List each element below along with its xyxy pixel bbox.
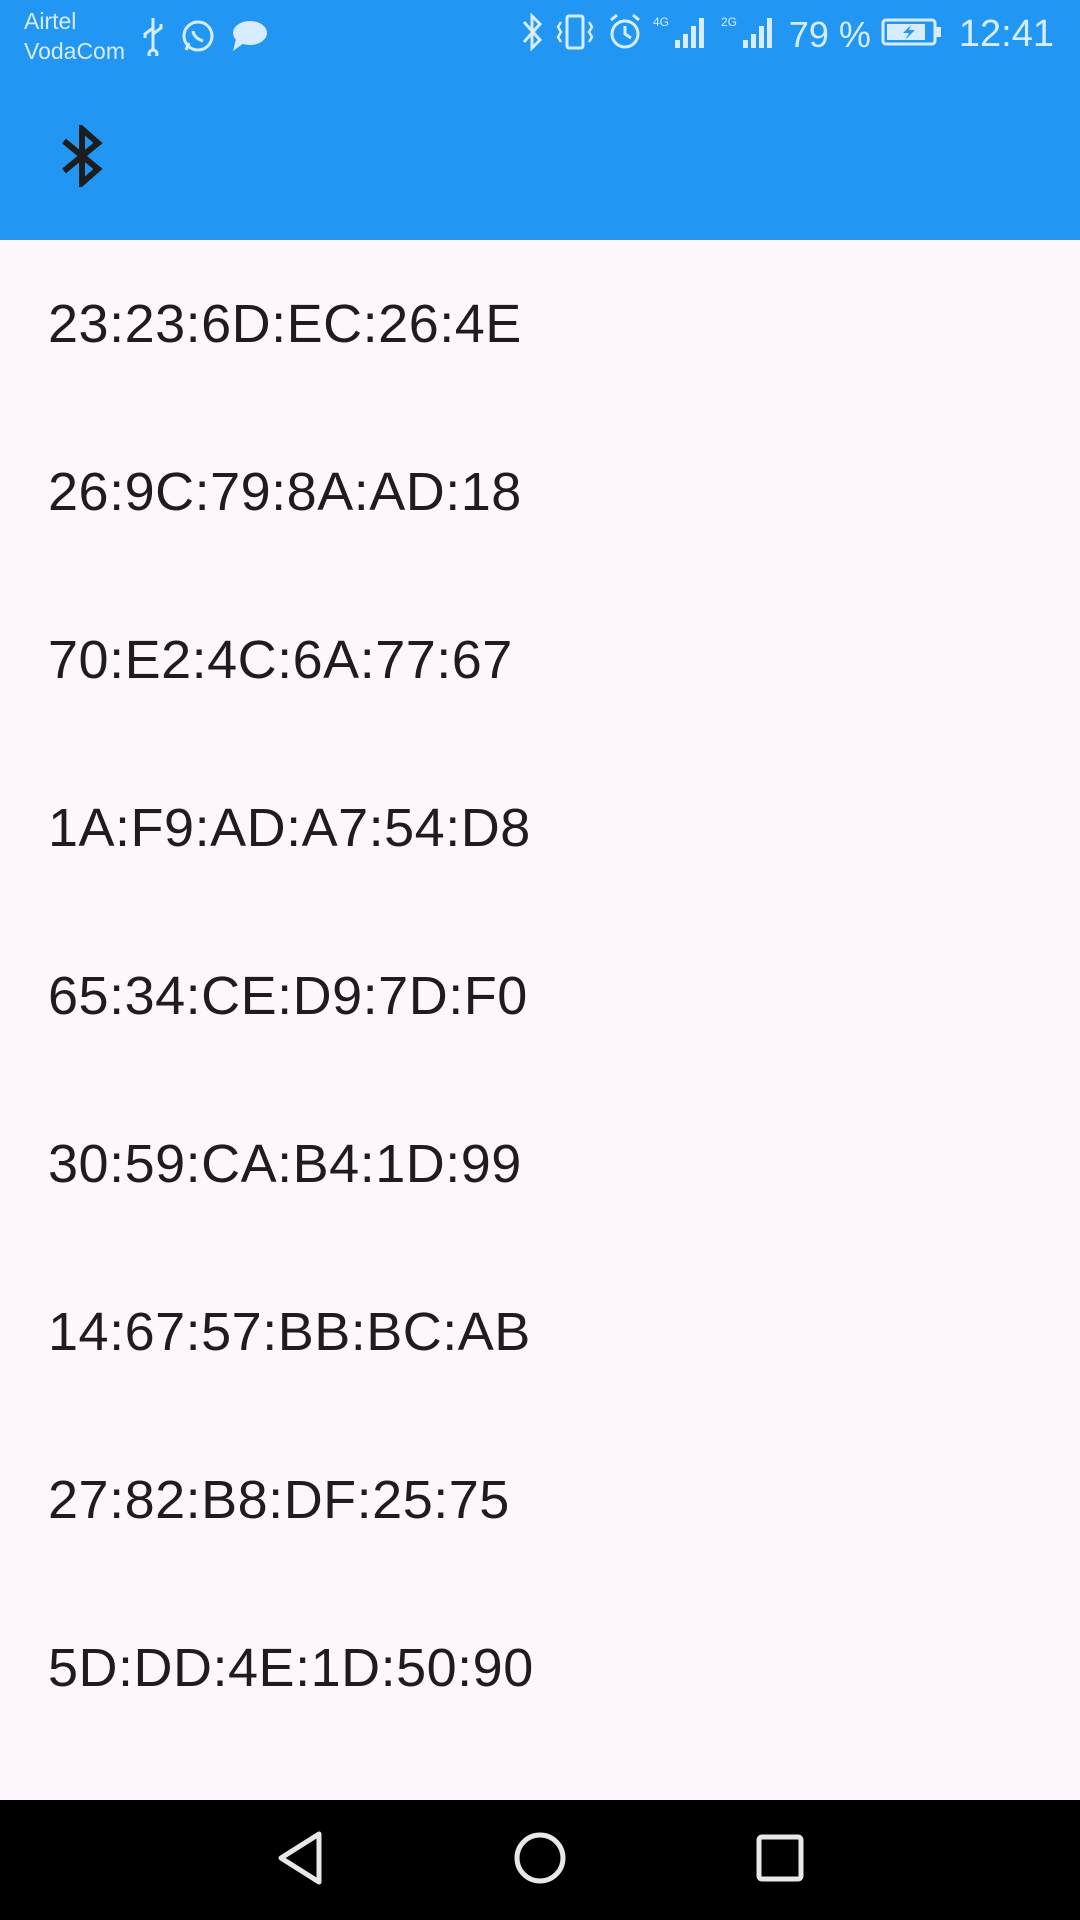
list-item[interactable]: 14:67:57:BB:BC:AB [0, 1248, 1080, 1416]
bluetooth-button[interactable] [52, 120, 112, 196]
device-address: 70:E2:4C:6A:77:67 [48, 630, 513, 690]
signal-4g-icon: 4G [653, 12, 711, 57]
device-address: 26:9C:79:8A:AD:18 [48, 462, 522, 522]
recents-icon [755, 1833, 805, 1888]
back-button[interactable] [250, 1820, 350, 1900]
carrier-names: Airtel VodaCom [24, 6, 125, 66]
app-bar [0, 76, 1080, 240]
alarm-icon [607, 12, 643, 57]
message-icon [230, 19, 268, 58]
device-list: 23:23:6D:EC:26:4E 26:9C:79:8A:AD:18 70:E… [0, 240, 1080, 1752]
svg-text:4G: 4G [653, 15, 669, 29]
bluetooth-icon [60, 121, 104, 192]
notification-icons [140, 16, 268, 61]
device-address: 14:67:57:BB:BC:AB [48, 1302, 531, 1362]
device-address: 5D:DD:4E:1D:50:90 [48, 1638, 534, 1698]
home-icon [512, 1830, 568, 1891]
usb-icon [140, 16, 166, 61]
list-item[interactable]: 27:82:B8:DF:25:75 [0, 1416, 1080, 1584]
carrier-2: VodaCom [24, 38, 126, 64]
bluetooth-icon [521, 12, 543, 57]
battery-percent: 79 % [788, 13, 871, 55]
list-item[interactable]: 26:9C:79:8A:AD:18 [0, 408, 1080, 576]
device-address: 30:59:CA:B4:1D:99 [48, 1134, 522, 1194]
device-address: 1A:F9:AD:A7:54:D8 [48, 798, 531, 858]
system-status: 4G 2G 79 % 12:41 [521, 12, 1054, 57]
whatsapp-icon [180, 18, 216, 59]
list-item[interactable]: 5D:DD:4E:1D:50:90 [0, 1584, 1080, 1752]
carrier-1: Airtel [24, 8, 77, 34]
list-item[interactable]: 23:23:6D:EC:26:4E [0, 240, 1080, 408]
battery-charging-icon [881, 16, 943, 53]
device-address: 27:82:B8:DF:25:75 [48, 1470, 510, 1530]
list-item[interactable]: 30:59:CA:B4:1D:99 [0, 1080, 1080, 1248]
signal-2g-icon: 2G [721, 12, 779, 57]
vibrate-icon [553, 12, 597, 57]
list-item[interactable]: 1A:F9:AD:A7:54:D8 [0, 744, 1080, 912]
navigation-bar [0, 1800, 1080, 1920]
status-bar: Airtel VodaCom 4G 2G 79 % 12:41 [0, 0, 1080, 76]
svg-text:2G: 2G [721, 15, 737, 29]
device-address: 23:23:6D:EC:26:4E [48, 294, 522, 354]
list-item[interactable]: 70:E2:4C:6A:77:67 [0, 576, 1080, 744]
back-icon [275, 1830, 325, 1891]
home-button[interactable] [490, 1820, 590, 1900]
recents-button[interactable] [730, 1820, 830, 1900]
device-address: 65:34:CE:D9:7D:F0 [48, 966, 528, 1026]
list-item[interactable]: 65:34:CE:D9:7D:F0 [0, 912, 1080, 1080]
status-clock: 12:41 [958, 13, 1054, 55]
